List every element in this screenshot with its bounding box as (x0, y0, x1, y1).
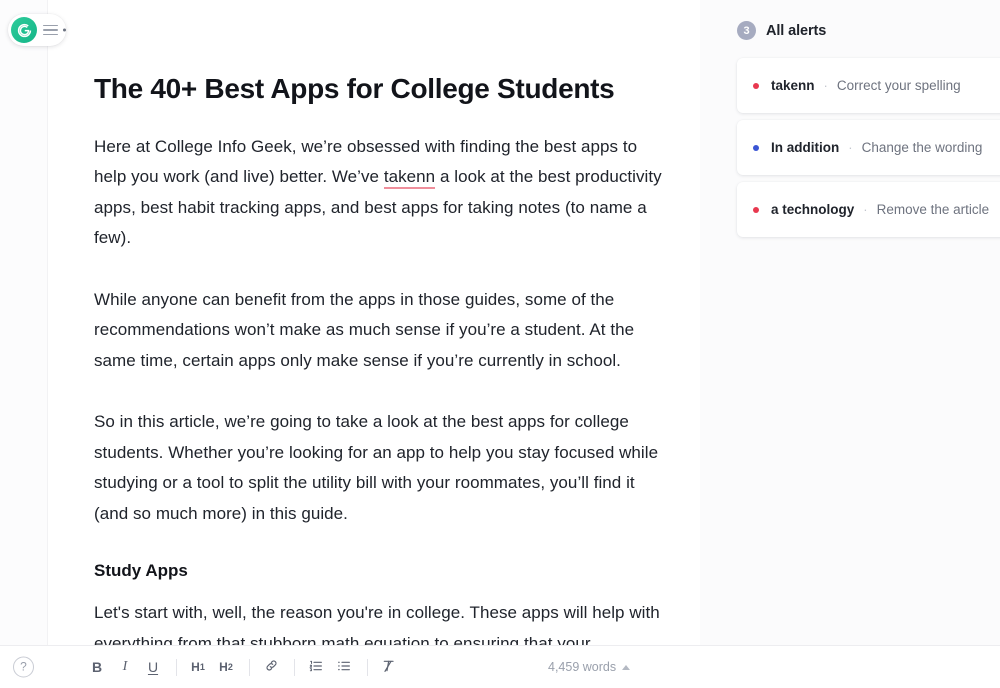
grammarly-editor-window: The 40+ Best Apps for College Students H… (0, 0, 1000, 687)
bullet-list-button[interactable] (331, 654, 357, 680)
formatting-toolbar: B I U H1 H2 (84, 646, 404, 688)
word-count-status[interactable]: 4,459 words (548, 646, 631, 688)
italic-button[interactable]: I (112, 654, 138, 680)
list-menu-icon[interactable] (43, 24, 66, 36)
toolbar-divider (294, 658, 295, 676)
bullet-list-icon (336, 658, 352, 677)
paragraph-3: So in this article, we’re going to take … (94, 412, 659, 523)
alerts-panel-title: All alerts (766, 22, 827, 39)
link-icon (264, 658, 279, 676)
clear-formatting-icon (381, 658, 397, 677)
h1-sub: 1 (199, 662, 205, 672)
toolbar-divider (249, 658, 250, 676)
alert-severity-dot-icon (753, 82, 759, 89)
word-count-label: 4,459 words (548, 660, 617, 674)
alert-card[interactable]: takenn · Correct your spelling (737, 58, 1000, 113)
document-scroll-area[interactable]: The 40+ Best Apps for College Students H… (48, 0, 700, 645)
alert-card-list: takenn · Correct your spelling In additi… (700, 58, 1000, 237)
ordered-list-button[interactable] (303, 654, 329, 680)
clear-formatting-button[interactable] (376, 654, 402, 680)
alert-action-text: Change the wording (861, 140, 983, 155)
grammarly-logo-icon[interactable] (11, 17, 37, 43)
alert-count-badge: 3 (737, 21, 756, 40)
heading-1-button[interactable]: H1 (185, 654, 211, 680)
bottom-toolbar: ? B I U H1 H2 4,459 words (0, 645, 1000, 687)
caret-up-icon (622, 664, 631, 670)
alert-action-text: Remove the article (876, 202, 990, 217)
document-title: The 40+ Best Apps for College Students (94, 73, 615, 104)
ordered-list-icon (308, 658, 324, 677)
heading-2-button[interactable]: H2 (213, 654, 239, 680)
brand-menu-pill[interactable] (8, 14, 66, 46)
link-button[interactable] (258, 654, 284, 680)
misspelled-word[interactable]: takenn (383, 167, 436, 190)
alert-action-text: Correct your spelling (836, 78, 961, 93)
left-rail (0, 0, 48, 687)
toolbar-divider (176, 658, 177, 676)
h2-sub: 2 (227, 662, 233, 672)
paragraph-2: While anyone can benefit from the apps i… (94, 289, 635, 370)
alert-separator: · (848, 140, 853, 155)
h2-label: H (219, 660, 228, 674)
alert-target-text: takenn (771, 78, 815, 93)
bold-button[interactable]: B (84, 654, 110, 680)
underline-button[interactable]: U (140, 654, 166, 680)
alert-target-text: In addition (771, 140, 840, 155)
menu-dot-icon (63, 28, 66, 32)
document-body[interactable]: The 40+ Best Apps for College Students H… (48, 0, 700, 645)
alert-card[interactable]: In addition · Change the wording (737, 120, 1000, 175)
alert-card[interactable]: a technology · Remove the article (737, 182, 1000, 237)
paragraph-4: Let's start with, well, the reason you'r… (94, 603, 660, 645)
h1-label: H (191, 660, 200, 674)
alert-separator: · (863, 202, 868, 217)
alert-severity-dot-icon (753, 206, 759, 213)
alert-separator: · (823, 78, 828, 93)
paragraph-1: Here at College Info Geek, we’re obsesse… (94, 132, 664, 254)
section-heading-study-apps: Study Apps (94, 561, 188, 581)
alerts-panel-header: 3 All alerts (700, 0, 1000, 40)
alert-target-text: a technology (771, 202, 855, 217)
help-button[interactable]: ? (13, 656, 34, 677)
toolbar-divider (367, 658, 368, 676)
alerts-panel: 3 All alerts takenn · Correct your spell… (700, 0, 1000, 645)
alert-severity-dot-icon (753, 144, 759, 151)
